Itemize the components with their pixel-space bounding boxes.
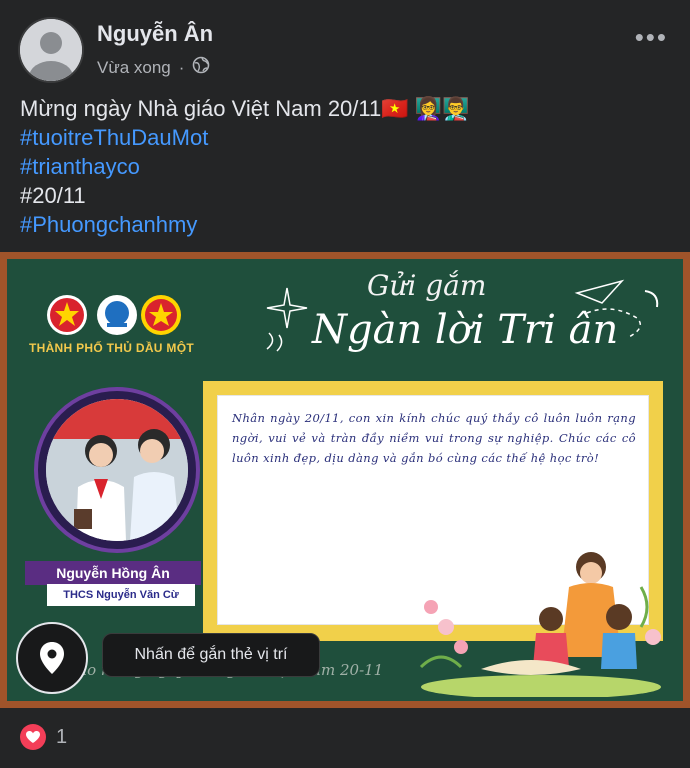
student-name: Nguyễn Hồng Ân	[25, 561, 201, 585]
school-name: THCS Nguyễn Văn Cừ	[47, 584, 195, 606]
reaction-count: 1	[56, 725, 68, 748]
student-photo	[46, 399, 188, 541]
globe-icon[interactable]	[192, 56, 210, 79]
post-header: Nguyễn Ân Vừa xong · •••	[0, 0, 690, 90]
avatar[interactable]	[20, 19, 82, 81]
organization-name: THÀNH PHỐ THỦ DẦU MỘT	[29, 341, 194, 355]
author-name[interactable]: Nguyễn Ân	[97, 21, 213, 47]
student-association-logo	[97, 295, 137, 335]
hashtag-link[interactable]: #trianthayco	[20, 152, 470, 181]
location-tooltip: Nhấn để gắn thẻ vị trí	[102, 633, 320, 677]
more-options-button[interactable]: •••	[635, 22, 668, 53]
card-title-small: Gửi gắm	[367, 269, 487, 302]
sparkle-icon	[266, 287, 308, 352]
post-line: Mừng ngày Nhà giáo Việt Nam 20/11🇻🇳 👩‍🏫👨…	[20, 96, 470, 121]
post-line: #20/11	[20, 183, 86, 208]
heart-icon	[20, 724, 46, 750]
default-avatar-icon	[20, 19, 82, 81]
teacher-students-illustration	[419, 552, 661, 697]
card-title: Ngàn lời Tri ân	[312, 307, 619, 353]
youth-union-logo	[47, 295, 87, 335]
tag-location-button[interactable]	[16, 622, 88, 694]
post-text: Mừng ngày Nhà giáo Việt Nam 20/11🇻🇳 👩‍🏫👨…	[20, 94, 470, 239]
meta-separator: ·	[178, 57, 185, 77]
post-meta: Vừa xong ·	[97, 56, 210, 79]
map-pin-icon	[40, 642, 64, 674]
hashtag-link[interactable]: #tuoitreThuDauMot	[20, 123, 470, 152]
timestamp[interactable]: Vừa xong	[97, 58, 171, 78]
student-photo-frame	[34, 387, 200, 553]
greeting-message: Nhân ngày 20/11, con xin kính chúc quý t…	[232, 411, 636, 465]
hashtag-link[interactable]: #Phuongchanhmy	[20, 210, 470, 239]
reaction-summary[interactable]: 1	[20, 724, 67, 750]
pioneer-logo	[141, 295, 181, 335]
